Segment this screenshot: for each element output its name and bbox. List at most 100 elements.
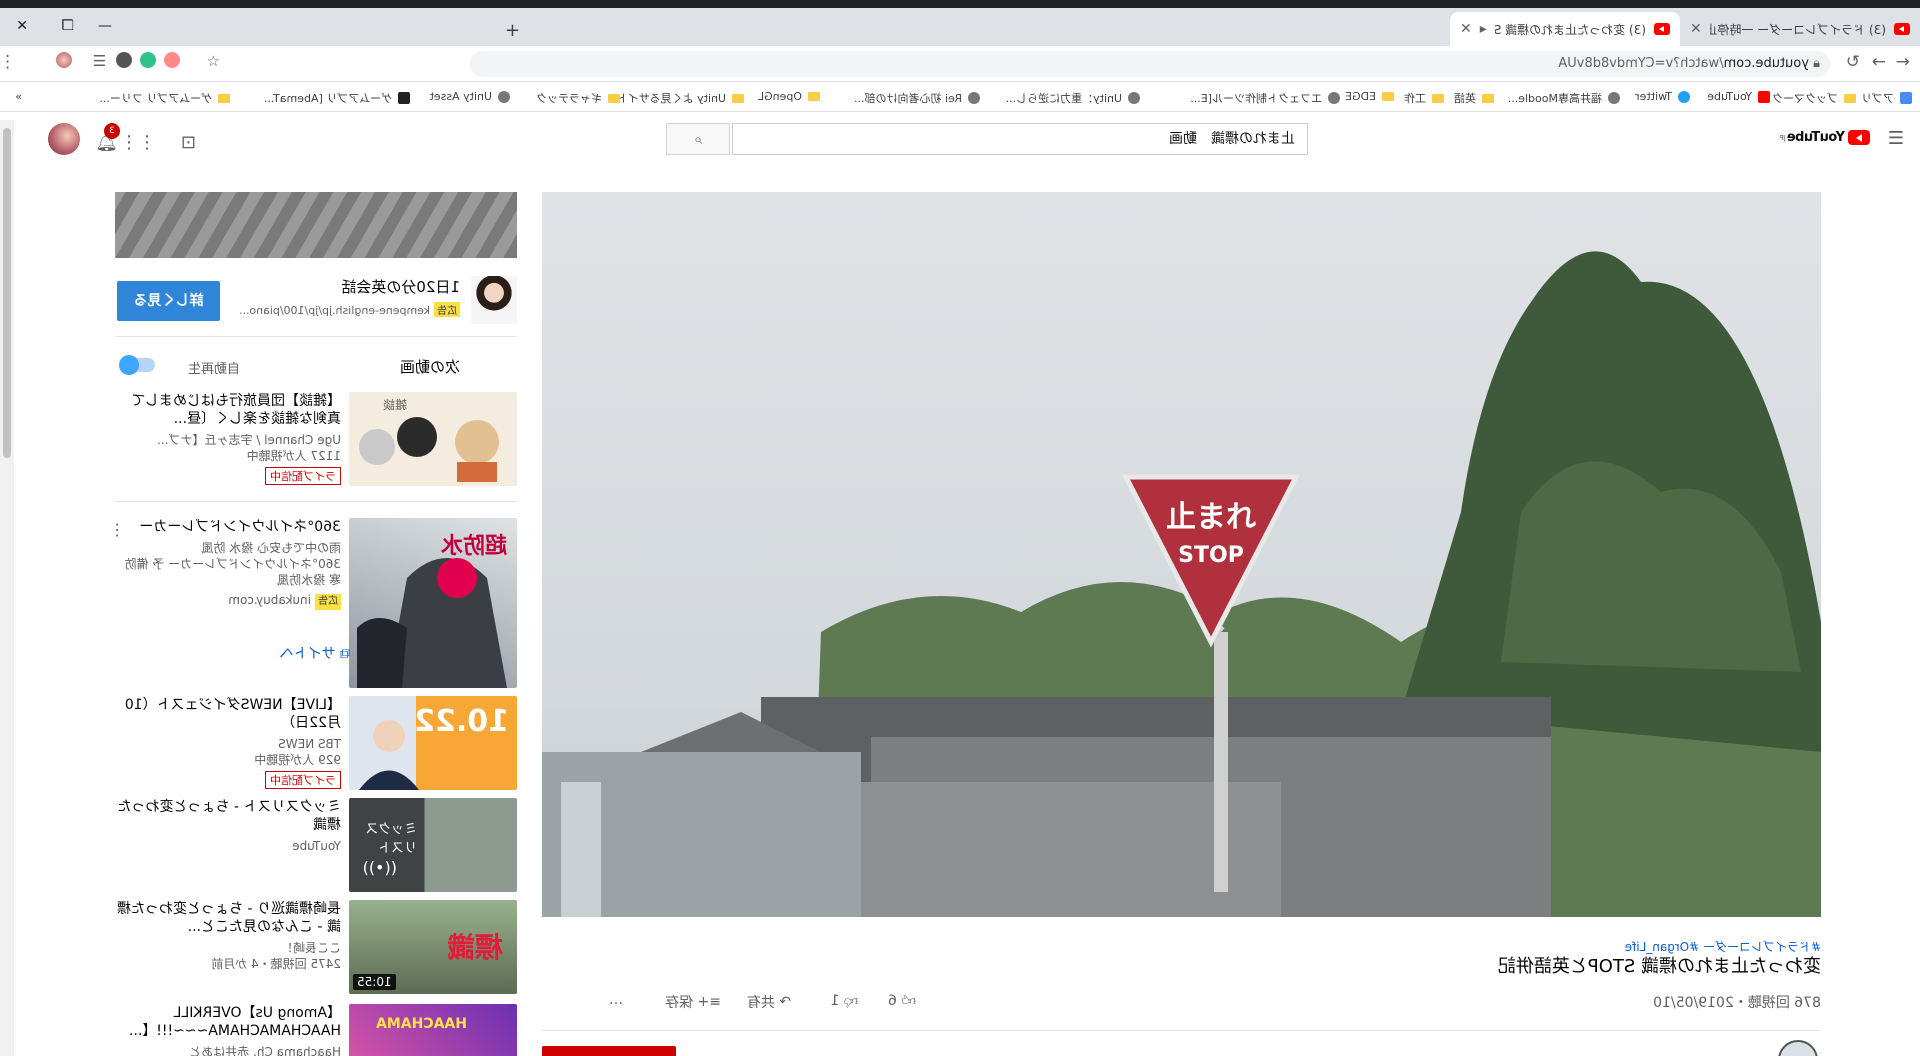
- suggestion-thumbnail[interactable]: HAACHAMA: [349, 1004, 517, 1056]
- tab-current[interactable]: (3) 変わった止まれの標識 STOPと英語… ◂ ✕: [1450, 12, 1680, 46]
- apps-grid-icon[interactable]: ⋮⋮: [120, 132, 156, 153]
- minimize-button[interactable]: —: [98, 18, 112, 34]
- suggestion-item[interactable]: 標識 10:55 長崎標識巡り - ちょっと変わった標識 - こんなの見たこと.…: [115, 900, 517, 994]
- anime-thumbnail-art: [359, 417, 499, 482]
- thumbs-up-icon: 👍︎: [901, 993, 916, 1009]
- save-button[interactable]: ≡+ 保存: [665, 992, 721, 1012]
- reading-list-icon[interactable]: ☰: [93, 52, 106, 70]
- external-link-icon: ⧉: [340, 646, 350, 662]
- folder-icon: [732, 93, 744, 103]
- like-button[interactable]: 👍︎ 6: [888, 992, 916, 1010]
- search-button[interactable]: ⌕: [666, 123, 730, 155]
- suggestion-title: 【Among Us】OVERKILL HAACHAMACHAMA~~~!!!【.…: [128, 1005, 341, 1039]
- folder-icon: [1432, 93, 1444, 103]
- suggestion-thumbnail[interactable]: 10.22: [349, 696, 517, 790]
- close-window-button[interactable]: ✕: [16, 18, 28, 34]
- suggestion-thumbnail[interactable]: ミックスリスト ((•)): [349, 798, 517, 892]
- bookmark-folder[interactable]: OpenGL: [758, 90, 820, 103]
- ad-banner[interactable]: [115, 192, 517, 258]
- thumb-text: 10.22: [414, 704, 509, 739]
- bookmark-twitter[interactable]: Twitter: [1635, 90, 1690, 103]
- bookmark-apps[interactable]: アプリ: [1861, 90, 1912, 106]
- bookmark-moodle[interactable]: 福井高専Moodle...: [1508, 90, 1620, 106]
- sign-text-stop: STOP: [1178, 543, 1244, 568]
- forward-arrow-icon[interactable]: →: [1872, 52, 1886, 72]
- search-input[interactable]: 止まれの標識 動画: [732, 123, 1308, 155]
- folder-icon: [218, 93, 230, 103]
- puzzle-icon[interactable]: [116, 52, 132, 68]
- suggestion-item[interactable]: ミックスリスト ((•)) ミックスリスト - ちょっと変わった標識 YouTu…: [115, 798, 517, 892]
- reload-icon[interactable]: ↻: [1846, 52, 1860, 72]
- thumbs-down-icon: 👎︎: [843, 993, 858, 1009]
- bookmark-effect[interactable]: エフェクト制作ツール[E...: [1190, 90, 1340, 106]
- more-actions-icon[interactable]: …: [609, 992, 623, 1008]
- up-next-header: 次の動画: [399, 358, 460, 376]
- bookmark-star-icon[interactable]: ☆: [207, 52, 220, 70]
- suggestion-title: 長崎標識巡り - ちょっと変わった標識 - こんなの見たこと...: [117, 901, 341, 935]
- live-badge: ライブ配信中: [265, 467, 341, 485]
- hamburger-menu-icon[interactable]: ☰: [1888, 128, 1904, 149]
- new-tab-button[interactable]: +: [505, 20, 520, 41]
- bookmark-unity-gravity[interactable]: Unity：重力に逆らし...: [1006, 90, 1140, 106]
- close-tab-icon[interactable]: ✕: [1690, 21, 1702, 37]
- page-scrollbar[interactable]: [0, 120, 14, 1056]
- bookmark-youtube[interactable]: YouTube: [1707, 90, 1770, 103]
- suggestion-thumbnail[interactable]: 雑談: [349, 392, 517, 486]
- account-avatar[interactable]: [48, 123, 80, 155]
- scrollbar-thumb[interactable]: [3, 128, 11, 458]
- visit-site-link[interactable]: ⧉ サイトへ: [280, 643, 350, 663]
- suggestion-thumbnail[interactable]: 標識 10:55: [349, 900, 517, 994]
- ad-thumbnail[interactable]: [471, 276, 517, 324]
- back-arrow-icon[interactable]: ←: [1896, 52, 1910, 72]
- bookmark-unity-asset[interactable]: Unity Asset: [430, 90, 510, 103]
- ad-learn-more-button[interactable]: 詳しく見る: [117, 281, 220, 321]
- bookmark-folder[interactable]: ブックマーク: [1772, 90, 1856, 106]
- suggestion-item[interactable]: HAACHAMA 【Among Us】OVERKILL HAACHAMACHAM…: [115, 1004, 517, 1056]
- subscribe-button[interactable]: [542, 1046, 676, 1056]
- bookmark-folder[interactable]: ギャラテック: [536, 90, 620, 106]
- suggestion-thumbnail[interactable]: 超防水: [349, 518, 517, 688]
- suggestion-item[interactable]: 10.22 【LIVE】NEWSダイジェスト（10月22日） TBS NEWS …: [115, 696, 517, 790]
- youtube-favicon-icon: [1654, 23, 1670, 35]
- autoplay-toggle[interactable]: [123, 358, 155, 372]
- more-options-icon[interactable]: ⋮: [109, 520, 125, 539]
- profile-avatar[interactable]: [56, 52, 72, 68]
- bookmark-abema[interactable]: ゲームアプリ [AbemaT...: [264, 90, 410, 106]
- mute-tab-icon[interactable]: ◂: [1480, 21, 1487, 37]
- extension-icon[interactable]: [164, 52, 180, 68]
- maximize-button[interactable]: ❐: [61, 18, 74, 34]
- share-button[interactable]: ↷ 共有: [747, 992, 791, 1012]
- bookmark-folder[interactable]: ゲームアプリ フリー...: [99, 90, 230, 106]
- address-bar[interactable]: 🔒︎ youtube.com/watch?v=CYmdv8d8vUA: [470, 51, 1830, 77]
- globe-icon: [968, 92, 980, 104]
- menu-kebab-icon[interactable]: ⋮: [0, 52, 16, 72]
- suggestion-info: 長崎標識巡り - ちょっと変わった標識 - こんなの見たこと... ここ長崎！ …: [115, 900, 341, 972]
- suggestion-info: 【LIVE】NEWSダイジェスト（10月22日） TBS NEWS 929 人が…: [115, 696, 341, 789]
- suggestion-views: 1127 人が視聴中: [246, 449, 341, 463]
- youtube-logo[interactable]: YouTube JP: [1780, 130, 1870, 145]
- suggestion-item[interactable]: 雑談 【雑談】団員旅行もはじめまして 真剣な雑談を楽しく〔昼... Uge Ch…: [115, 392, 517, 486]
- video-title: 変わった止まれの標識 STOPと英語併記: [1497, 956, 1821, 977]
- dislike-button[interactable]: 👎︎ 1: [830, 992, 858, 1010]
- bookmarks-bar: アプリ ブックマーク YouTube Twitter 福井高専Moodle...…: [0, 82, 1920, 112]
- channel-avatar[interactable]: [1778, 1040, 1818, 1056]
- ad-tag: 広告: [434, 302, 460, 317]
- bookmark-folder[interactable]: 工作: [1404, 90, 1444, 106]
- youtube-header: ☰ YouTube JP 止まれの標識 動画 ⌕ ⊡ ⋮⋮ 🔔︎ 3: [0, 112, 1920, 168]
- tab-title: (3) ドライブレコーダー 一時停止標識…: [1710, 22, 1886, 37]
- bookmark-folder[interactable]: Unity よく見るサイト: [617, 90, 744, 106]
- tab-drive-recorder[interactable]: (3) ドライブレコーダー 一時停止標識… ✕: [1680, 12, 1920, 46]
- sign-text-tomare: 止まれ: [1166, 500, 1256, 535]
- bookmark-folder[interactable]: EDGE: [1345, 90, 1394, 103]
- more-bookmarks-icon[interactable]: »: [15, 90, 22, 103]
- suggestion-views: 360°ネイルウインドブレーカー 予 備防寒 撥水防風: [124, 557, 341, 587]
- create-video-icon[interactable]: ⊡: [181, 132, 196, 153]
- ad-title[interactable]: 1日20分の英会話: [341, 276, 460, 297]
- bookmark-rei[interactable]: Rei 初心者向けの部...: [854, 90, 980, 106]
- divider: [115, 501, 517, 502]
- globe-icon: [1608, 92, 1620, 104]
- extension-icon[interactable]: [140, 52, 156, 68]
- bookmark-folder[interactable]: 英語: [1454, 90, 1494, 106]
- close-tab-icon[interactable]: ✕: [1460, 21, 1472, 37]
- video-player[interactable]: 止まれ STOP: [542, 192, 1821, 917]
